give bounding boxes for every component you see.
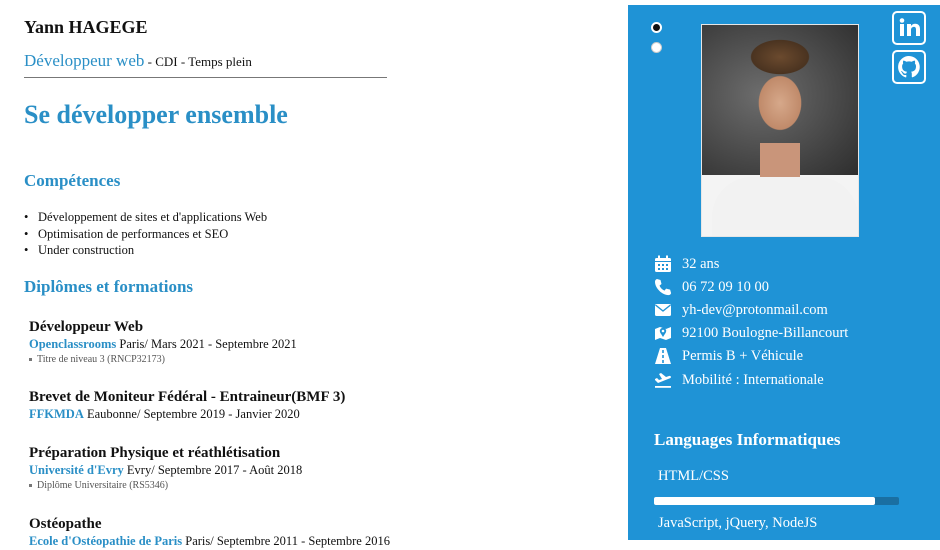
job-type: - CDI - Temps plein: [144, 54, 252, 69]
skills-title: Compétences: [24, 171, 121, 190]
education-school: Université d'Evry: [29, 463, 124, 477]
info-age: 32 ans: [654, 255, 719, 273]
info-license: Permis B + Véhicule: [654, 347, 803, 365]
info-email: yh-dev@protonmail.com: [654, 301, 828, 319]
job-title: Développeur web: [24, 51, 145, 70]
education-details: Paris/ Septembre 2011 - Septembre 2016: [182, 534, 390, 548]
education-item-meta: Openclassrooms Paris/ Mars 2021 - Septem…: [29, 336, 297, 353]
profile-photo: [701, 24, 859, 237]
linkedin-icon[interactable]: [892, 11, 926, 45]
info-address: 92100 Boulogne-Billancourt: [654, 324, 848, 342]
education-item-title: Développeur Web: [29, 319, 144, 335]
road-icon: [655, 348, 671, 364]
carousel-radio-1[interactable]: [651, 22, 662, 33]
info-text: 06 72 09 10 00: [682, 278, 769, 295]
language-progress-bar: [654, 497, 899, 505]
info-mobility: Mobilité : Internationale: [654, 371, 824, 389]
candidate-name: Yann HAGEGE: [24, 17, 148, 37]
language-progress-fill: [654, 497, 875, 505]
education-title: Diplômes et formations: [24, 277, 194, 296]
info-text: Permis B + Véhicule: [682, 347, 804, 364]
education-item-meta: Ecole d'Ostéopathie de Paris Paris/ Sept…: [29, 533, 390, 550]
education-school: Openclassrooms: [29, 337, 117, 351]
github-icon[interactable]: [892, 50, 926, 84]
slogan: Se développer ensemble: [24, 100, 288, 129]
education-item: Ostéopathe Ecole d'Ostéopathie de Paris …: [29, 515, 390, 550]
education-item-title: Préparation Physique et réathlétisation: [29, 445, 281, 461]
languages-title: Languages Informatiques: [654, 430, 841, 449]
list-item: Optimisation de performances et SEO: [24, 226, 267, 243]
education-item: Préparation Physique et réathlétisation …: [29, 444, 302, 493]
calendar-icon: [655, 255, 671, 272]
phone-icon: [655, 279, 672, 296]
education-item-meta: FFKMDA Eaubonne/ Septembre 2019 - Janvie…: [29, 406, 345, 423]
language-label: JavaScript, jQuery, NodeJS: [658, 515, 818, 531]
carousel-radio-2[interactable]: [651, 42, 662, 53]
info-text: yh-dev@protonmail.com: [682, 301, 828, 318]
education-note: Diplôme Universitaire (RS5346): [29, 479, 302, 493]
education-note: Titre de niveau 3 (RNCP32173): [29, 353, 297, 367]
info-phone: 06 72 09 10 00: [654, 278, 769, 296]
skills-list: Développement de sites et d'applications…: [24, 209, 267, 259]
education-item: Brevet de Moniteur Fédéral - Entraineur(…: [29, 388, 345, 423]
education-details: Eaubonne/ Septembre 2019 - Janvier 2020: [83, 407, 300, 421]
envelope-icon: [655, 304, 671, 316]
info-text: Mobilité : Internationale: [682, 371, 824, 388]
job-line: Développeur web - CDI - Temps plein: [24, 51, 387, 78]
education-school: Ecole d'Ostéopathie de Paris: [29, 534, 183, 548]
info-text: 92100 Boulogne-Billancourt: [682, 324, 849, 341]
education-item-title: Ostéopathe: [29, 516, 102, 532]
education-details: Paris/ Mars 2021 - Septembre 2021: [116, 337, 297, 351]
education-item-title: Brevet de Moniteur Fédéral - Entraineur(…: [29, 389, 346, 405]
info-text: 32 ans: [682, 255, 720, 272]
education-item: Développeur Web Openclassrooms Paris/ Ma…: [29, 318, 297, 367]
education-details: Evry/ Septembre 2017 - Août 2018: [123, 463, 303, 477]
main-content: Yann HAGEGE Développeur web - CDI - Temp…: [0, 0, 628, 548]
education-item-meta: Université d'Evry Evry/ Septembre 2017 -…: [29, 462, 302, 479]
list-item: Under construction: [24, 242, 267, 259]
list-item: Développement de sites et d'applications…: [24, 209, 267, 226]
language-label: HTML/CSS: [658, 468, 729, 484]
education-school: FFKMDA: [29, 407, 84, 421]
plane-icon: [655, 373, 671, 388]
sidebar: 32 ans 06 72 09 10 00 yh-dev@protonmail.…: [628, 5, 940, 540]
map-icon: [655, 327, 671, 340]
